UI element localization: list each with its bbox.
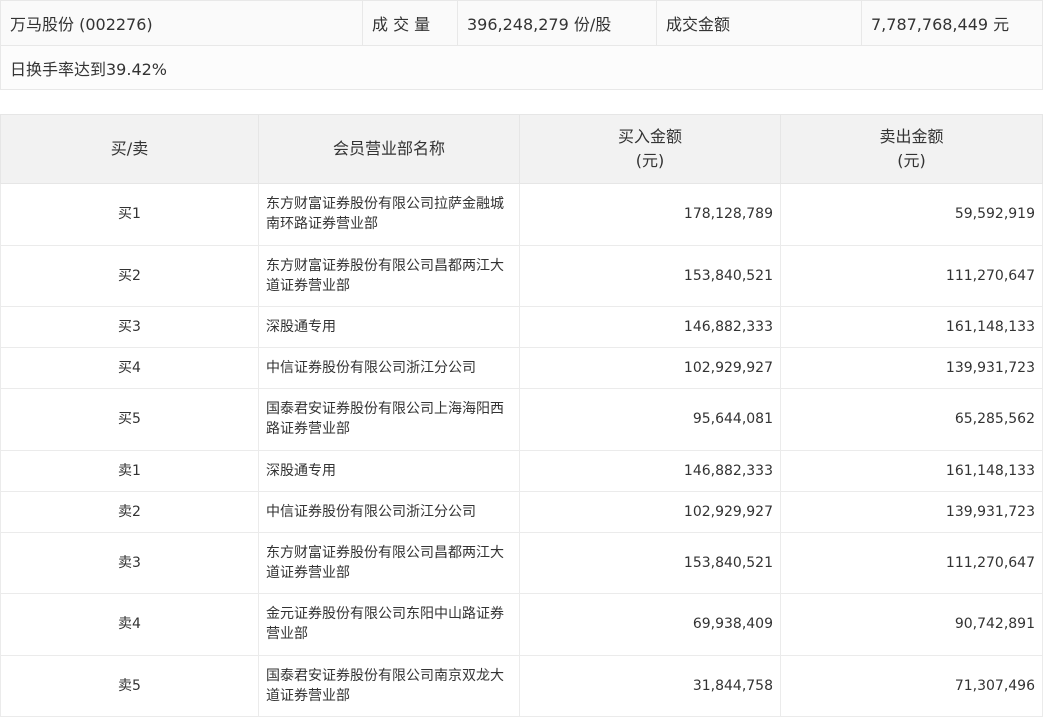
member-cell: 深股通专用: [258, 449, 520, 492]
header-sell-label: 卖出金额: [879, 127, 944, 146]
side-cell: 卖2: [0, 490, 259, 533]
buy-amount-cell: 102,929,927: [519, 490, 781, 533]
trades-table: 买/卖 会员营业部名称 买入金额 (元) 卖出金额 (元) 买1 东方财富证券股…: [0, 114, 1043, 717]
header-side: 买/卖: [0, 114, 259, 184]
header-buy-amount: 买入金额 (元): [519, 114, 781, 184]
table-row: 买1 东方财富证券股份有限公司拉萨金融城南环路证券营业部 178,128,789…: [0, 183, 1043, 246]
amount-label: 成交金额: [656, 0, 862, 46]
member-cell: 深股通专用: [258, 306, 520, 348]
side-cell: 买5: [0, 388, 259, 451]
sell-amount-cell: 161,148,133: [780, 306, 1043, 348]
member-cell: 东方财富证券股份有限公司昌都两江大道证券营业部: [258, 531, 520, 594]
side-cell: 买4: [0, 347, 259, 389]
side-cell: 卖4: [0, 593, 259, 656]
member-cell: 东方财富证券股份有限公司拉萨金融城南环路证券营业部: [258, 183, 520, 246]
buy-amount-cell: 178,128,789: [519, 183, 781, 246]
volume-label: 成 交 量: [362, 0, 458, 46]
buy-amount-cell: 102,929,927: [519, 347, 781, 389]
buy-amount-cell: 31,844,758: [519, 654, 781, 717]
sell-amount-cell: 59,592,919: [780, 183, 1043, 246]
table-row: 卖4 金元证券股份有限公司东阳中山路证券营业部 69,938,409 90,74…: [0, 593, 1043, 656]
table-header-row: 买/卖 会员营业部名称 买入金额 (元) 卖出金额 (元): [0, 114, 1043, 184]
table-row: 卖3 东方财富证券股份有限公司昌都两江大道证券营业部 153,840,521 1…: [0, 531, 1043, 594]
table-row: 买2 东方财富证券股份有限公司昌都两江大道证券营业部 153,840,521 1…: [0, 244, 1043, 307]
member-cell: 国泰君安证券股份有限公司南京双龙大道证券营业部: [258, 654, 520, 717]
sell-amount-cell: 111,270,647: [780, 244, 1043, 307]
side-cell: 卖3: [0, 531, 259, 594]
header-buy-unit: (元): [635, 151, 665, 170]
stock-name: 万马股份 (002276): [0, 0, 363, 46]
side-cell: 买2: [0, 244, 259, 307]
table-row: 买4 中信证券股份有限公司浙江分公司 102,929,927 139,931,7…: [0, 347, 1043, 389]
reason-row: 日换手率达到39.42%: [0, 45, 1043, 90]
buy-amount-cell: 153,840,521: [519, 531, 781, 594]
member-cell: 东方财富证券股份有限公司昌都两江大道证券营业部: [258, 244, 520, 307]
member-cell: 金元证券股份有限公司东阳中山路证券营业部: [258, 593, 520, 656]
sell-amount-cell: 90,742,891: [780, 593, 1043, 656]
summary-row: 万马股份 (002276) 成 交 量 396,248,279 份/股 成交金额…: [0, 0, 1043, 46]
header-member: 会员营业部名称: [258, 114, 520, 184]
side-cell: 买3: [0, 306, 259, 348]
sell-amount-cell: 139,931,723: [780, 490, 1043, 533]
sell-amount-cell: 65,285,562: [780, 388, 1043, 451]
table-row: 买3 深股通专用 146,882,333 161,148,133: [0, 306, 1043, 348]
side-cell: 买1: [0, 183, 259, 246]
member-cell: 国泰君安证券股份有限公司上海海阳西路证券营业部: [258, 388, 520, 451]
header-sell-amount: 卖出金额 (元): [780, 114, 1043, 184]
side-cell: 卖1: [0, 449, 259, 492]
table-row: 卖1 深股通专用 146,882,333 161,148,133: [0, 449, 1043, 492]
amount-value: 7,787,768,449 元: [861, 0, 1043, 46]
header-buy-label: 买入金额: [617, 127, 682, 146]
buy-amount-cell: 146,882,333: [519, 306, 781, 348]
summary-table: 万马股份 (002276) 成 交 量 396,248,279 份/股 成交金额…: [0, 0, 1043, 90]
sell-amount-cell: 71,307,496: [780, 654, 1043, 717]
volume-value: 396,248,279 份/股: [457, 0, 657, 46]
member-cell: 中信证券股份有限公司浙江分公司: [258, 347, 520, 389]
table-row: 卖5 国泰君安证券股份有限公司南京双龙大道证券营业部 31,844,758 71…: [0, 654, 1043, 717]
buy-amount-cell: 69,938,409: [519, 593, 781, 656]
buy-amount-cell: 153,840,521: [519, 244, 781, 307]
header-sell-unit: (元): [897, 151, 926, 170]
buy-amount-cell: 95,644,081: [519, 388, 781, 451]
sell-amount-cell: 111,270,647: [780, 531, 1043, 594]
table-row: 卖2 中信证券股份有限公司浙江分公司 102,929,927 139,931,7…: [0, 490, 1043, 533]
listing-reason: 日换手率达到39.42%: [0, 45, 1043, 90]
buy-amount-cell: 146,882,333: [519, 449, 781, 492]
member-cell: 中信证券股份有限公司浙江分公司: [258, 490, 520, 533]
sell-amount-cell: 161,148,133: [780, 449, 1043, 492]
table-row: 买5 国泰君安证券股份有限公司上海海阳西路证券营业部 95,644,081 65…: [0, 388, 1043, 451]
side-cell: 卖5: [0, 654, 259, 717]
sell-amount-cell: 139,931,723: [780, 347, 1043, 389]
